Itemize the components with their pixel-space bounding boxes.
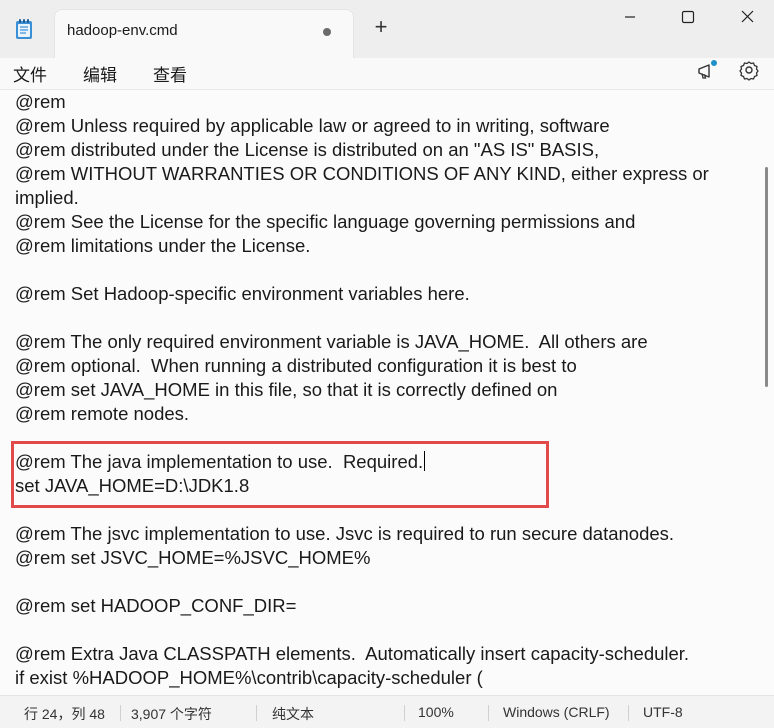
megaphone-icon[interactable]	[694, 58, 720, 84]
close-icon[interactable]	[724, 4, 770, 30]
editor-line: @rem optional. When running a distribute…	[15, 355, 577, 376]
tab-title: hadoop-env.cmd	[67, 22, 178, 39]
text-editor[interactable]: @rem @rem Unless required by applicable …	[0, 90, 774, 695]
vertical-scrollbar[interactable]	[765, 167, 768, 387]
unsaved-dot-icon[interactable]	[323, 28, 331, 36]
gear-icon[interactable]	[736, 58, 762, 84]
cursor-position[interactable]: 行 24，列 48	[24, 704, 105, 724]
text-caret	[424, 451, 426, 471]
text-mode: 纯文本	[272, 706, 314, 722]
editor-line: @rem set HADOOP_CONF_DIR=	[15, 595, 297, 616]
maximize-icon[interactable]	[664, 4, 710, 30]
editor-line-text: @rem The java implementation to use. Req…	[15, 451, 424, 472]
zoom-level[interactable]: 100%	[418, 704, 454, 720]
title-bar: hadoop-env.cmd +	[0, 0, 774, 58]
document-tab[interactable]: hadoop-env.cmd	[54, 9, 354, 58]
editor-line: @rem The only required environment varia…	[15, 331, 648, 352]
status-bar: 行 24，列 48 3,907 个字符 纯文本 100% Windows (CR…	[0, 695, 774, 728]
status-divider	[120, 705, 121, 721]
editor-line: @rem The jsvc implementation to use. Jsv…	[15, 523, 675, 544]
editor-line: @rem set JAVA_HOME in this file, so that…	[15, 379, 558, 400]
editor-lines: @rem @rem Unless required by applicable …	[15, 90, 755, 690]
editor-line: @rem	[15, 91, 66, 112]
editor-line: @rem set JSVC_HOME=%JSVC_HOME%	[15, 547, 371, 568]
editor-line: @rem remote nodes.	[15, 403, 190, 424]
encoding[interactable]: UTF-8	[643, 704, 683, 720]
editor-line-caret: @rem The java implementation to use. Req…	[15, 450, 755, 474]
menu-file[interactable]: 文件	[11, 61, 49, 86]
editor-line: implied.	[15, 187, 79, 208]
status-divider	[404, 705, 405, 721]
character-count: 3,907 个字符	[131, 706, 212, 722]
editor-line: @rem Set Hadoop-specific environment var…	[15, 283, 470, 304]
new-tab-button[interactable]: +	[370, 16, 392, 40]
menu-bar: 文件 编辑 查看	[0, 58, 774, 90]
menu-edit[interactable]: 编辑	[81, 61, 119, 86]
editor-line: @rem Unless required by applicable law o…	[15, 115, 610, 136]
minimize-icon[interactable]	[606, 4, 652, 30]
editor-line: if exist %HADOOP_HOME%\contrib\capacity-…	[15, 667, 483, 688]
editor-line: @rem Extra Java CLASSPATH elements. Auto…	[15, 643, 690, 664]
editor-line: @rem limitations under the License.	[15, 235, 311, 256]
notepad-icon	[16, 19, 32, 39]
status-divider	[256, 705, 257, 721]
editor-line: @rem distributed under the License is di…	[15, 139, 600, 160]
editor-line: @rem See the License for the specific la…	[15, 211, 636, 232]
status-divider	[488, 705, 489, 721]
line-ending[interactable]: Windows (CRLF)	[503, 704, 610, 720]
editor-line: set JAVA_HOME=D:\JDK1.8	[15, 475, 250, 496]
editor-line: @rem WITHOUT WARRANTIES OR CONDITIONS OF…	[15, 163, 709, 184]
status-divider	[628, 705, 629, 721]
menu-view[interactable]: 查看	[151, 61, 189, 86]
